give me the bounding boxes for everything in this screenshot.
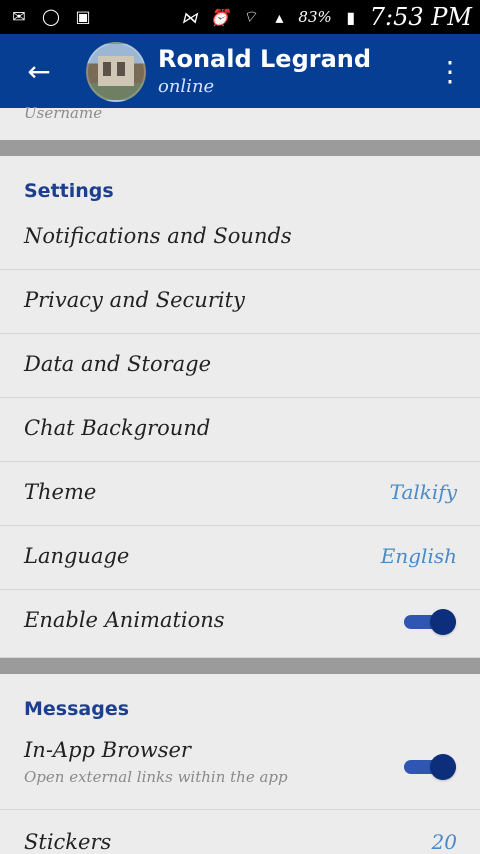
row-label: Privacy and Security (24, 288, 245, 312)
stickers-value: 20 (431, 830, 457, 854)
row-label: Language (24, 544, 130, 568)
messages-row-stickers[interactable]: Stickers 20 (0, 810, 480, 854)
status-bar: ✉ ◯ ▣ ⋈ ⏰ ⌔ ▴ 83% ▮ 7:53 PM (0, 0, 480, 34)
settings-row-data-storage[interactable]: Data and Storage (0, 334, 480, 398)
vibrate-icon: ⋈ (181, 7, 198, 27)
settings-section-title: Settings (24, 180, 114, 202)
toggle-thumb (430, 609, 456, 635)
username-strip: Username (0, 104, 480, 140)
contact-status: online (158, 76, 215, 97)
signal-icon: ▴ (275, 7, 284, 27)
row-subtitle: Open external links within the app (24, 768, 288, 786)
row-label: Theme (24, 480, 97, 504)
row-label: Notifications and Sounds (24, 224, 292, 248)
avatar[interactable] (86, 42, 146, 102)
settings-row-privacy[interactable]: Privacy and Security (0, 270, 480, 334)
back-arrow-icon: ← (27, 54, 51, 88)
whatsapp-icon: ◯ (42, 6, 60, 26)
battery-icon: ▮ (346, 7, 356, 27)
back-button[interactable]: ← (22, 54, 56, 88)
alarm-icon: ⏰ (209, 7, 230, 27)
messages-section-title: Messages (24, 698, 130, 720)
animations-toggle[interactable] (404, 609, 456, 635)
row-label: Data and Storage (24, 352, 212, 376)
settings-row-language[interactable]: Language English (0, 526, 480, 590)
settings-row-theme[interactable]: Theme Talkify (0, 462, 480, 526)
in-app-browser-toggle[interactable] (404, 754, 456, 780)
gallery-icon: ▣ (75, 6, 91, 26)
overflow-menu-button[interactable]: ⋮ (436, 54, 464, 88)
row-label: In-App Browser (24, 738, 191, 762)
mail-icon: ✉ (12, 6, 26, 26)
row-label: Stickers (24, 830, 112, 854)
section-separator (0, 140, 480, 156)
language-value: English (380, 544, 457, 568)
username-label: Username (24, 104, 103, 122)
more-vert-icon: ⋮ (436, 54, 464, 88)
toggle-thumb (430, 754, 456, 780)
messages-row-in-app-browser[interactable]: In-App Browser Open external links withi… (0, 724, 480, 810)
row-label: Chat Background (24, 416, 211, 440)
settings-row-enable-animations[interactable]: Enable Animations (0, 590, 480, 658)
contact-name: Ronald Legrand (158, 45, 372, 73)
status-left-icons: ✉ ◯ ▣ (8, 6, 94, 26)
theme-value: Talkify (389, 480, 457, 504)
wifi-icon: ⌔ (241, 7, 257, 26)
house-window-left (103, 62, 111, 76)
clock-time: 7:53 PM (369, 3, 472, 31)
settings-row-notifications[interactable]: Notifications and Sounds (0, 206, 480, 270)
settings-row-chat-background[interactable]: Chat Background (0, 398, 480, 462)
row-label: Enable Animations (24, 608, 225, 632)
chat-header: ← Ronald Legrand online ⋮ (0, 34, 480, 108)
house-window-right (117, 62, 125, 76)
battery-text: 83% (298, 8, 332, 26)
section-separator (0, 658, 480, 674)
status-right-icons: ⋈ ⏰ ⌔ ▴ 83% ▮ 7:53 PM (178, 3, 472, 31)
